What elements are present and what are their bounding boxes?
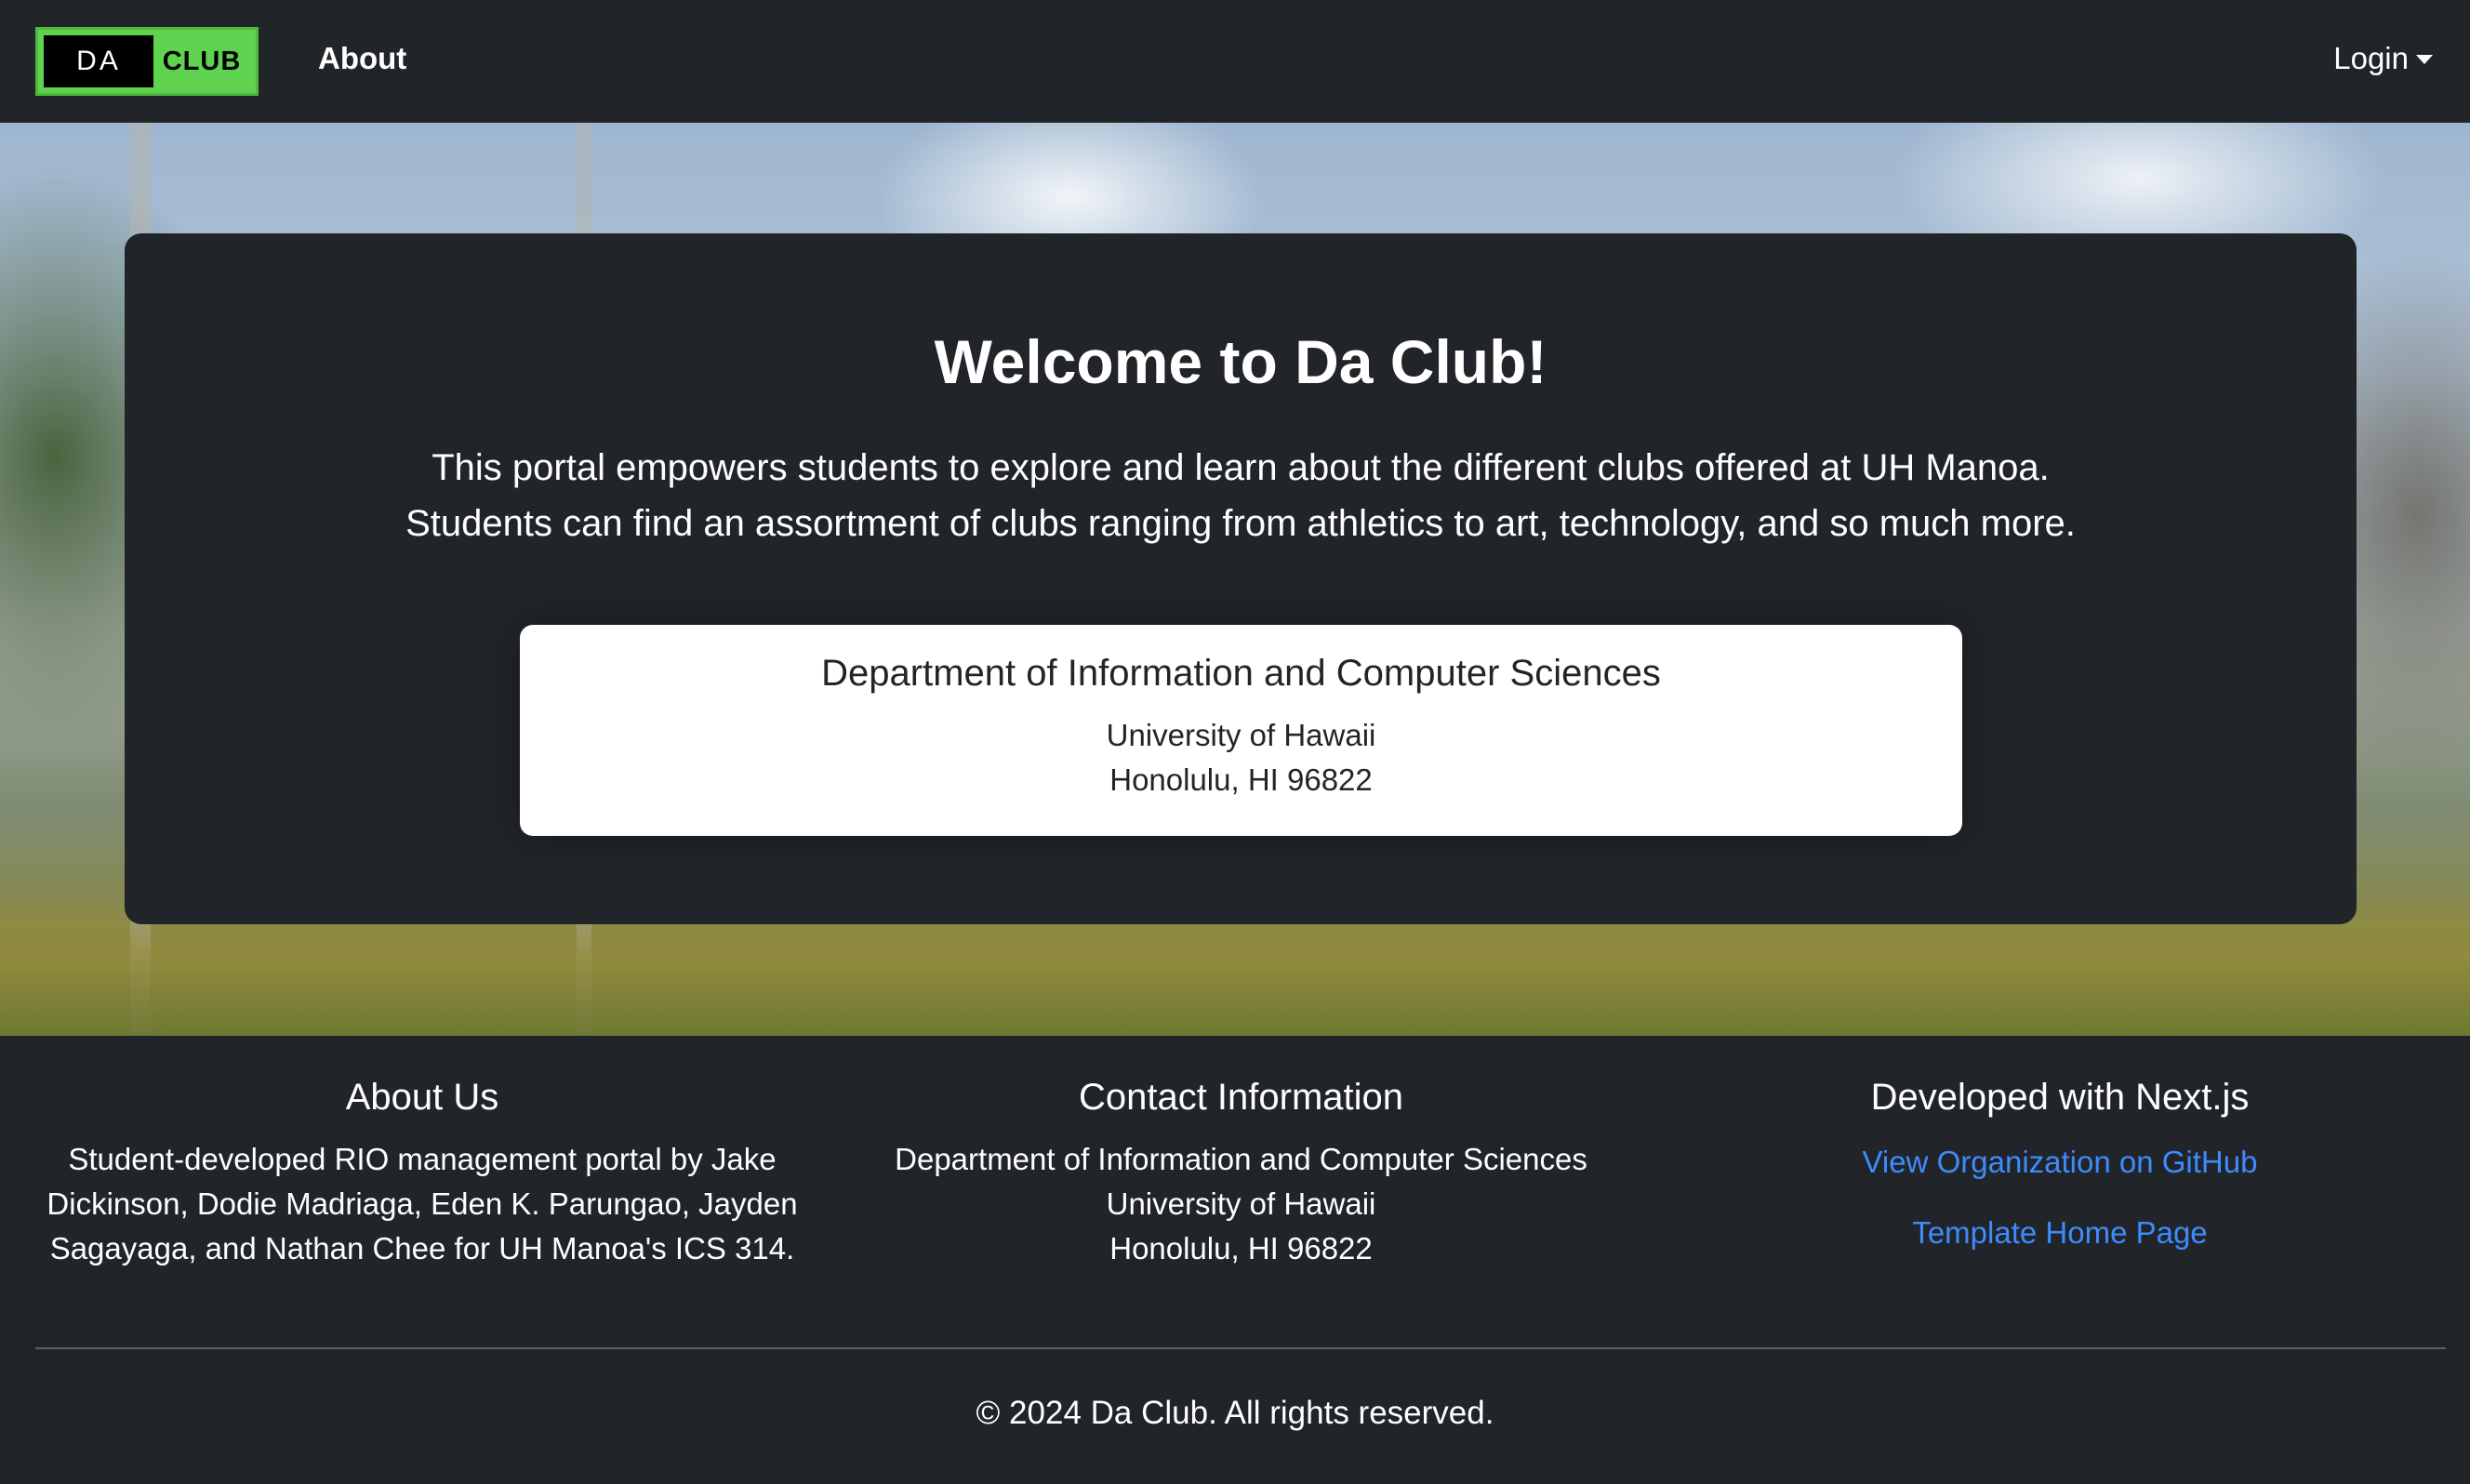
- footer-contact-address: Honolulu, HI 96822: [1109, 1231, 1373, 1265]
- footer-about-line: Dickinson, Dodie Madriaga, Eden K. Parun…: [46, 1186, 798, 1221]
- welcome-text-line: This portal empowers students to explore…: [432, 447, 2050, 488]
- hero-background: Welcome to Da Club! This portal empowers…: [0, 123, 2470, 1036]
- department-address: Honolulu, HI 96822: [1109, 762, 1373, 797]
- welcome-description: This portal empowers students to explore…: [125, 440, 2357, 551]
- footer-developed-column: Developed with Next.js View Organization…: [1665, 1077, 2455, 1251]
- footer-contact-heading: Contact Information: [1078, 1077, 1404, 1118]
- footer-contact-column: Contact Information Department of Inform…: [848, 1077, 1634, 1271]
- department-info-box: Department of Information and Computer S…: [520, 625, 1962, 836]
- footer-developed-heading: Developed with Next.js: [1870, 1077, 2250, 1118]
- footer-divider: [35, 1347, 2446, 1349]
- welcome-card: Welcome to Da Club! This portal empowers…: [125, 233, 2357, 924]
- logo-da-text: DA: [44, 35, 153, 87]
- footer: About Us Student-developed RIO managemen…: [0, 1036, 2470, 1484]
- welcome-text-line: Students can find an assortment of clubs…: [405, 503, 2076, 544]
- footer-contact-text: Department of Information and Computer S…: [848, 1137, 1634, 1271]
- navbar: DA CLUB About Login: [0, 0, 2470, 123]
- caret-down-icon: [2416, 55, 2433, 64]
- github-link[interactable]: View Organization on GitHub: [1665, 1145, 2455, 1180]
- logo-da-club[interactable]: DA CLUB: [35, 27, 259, 96]
- login-label: Login: [2333, 41, 2409, 75]
- footer-contact-department: Department of Information and Computer S…: [895, 1142, 1587, 1176]
- footer-about-column: About Us Student-developed RIO managemen…: [35, 1077, 809, 1271]
- footer-about-line: Sagayaga, and Nathan Chee for UH Manoa's…: [49, 1231, 795, 1265]
- footer-contact-university: University of Hawaii: [1106, 1186, 1376, 1221]
- nav-about-link[interactable]: About: [318, 41, 406, 76]
- template-home-link[interactable]: Template Home Page: [1665, 1215, 2455, 1251]
- copyright-text: © 2024 Da Club. All rights reserved.: [976, 1395, 1494, 1431]
- university-name: University of Hawaii: [1106, 718, 1376, 752]
- department-name: Department of Information and Computer S…: [821, 653, 1661, 694]
- footer-about-text: Student-developed RIO management portal …: [35, 1137, 809, 1271]
- welcome-title: Welcome to Da Club!: [934, 327, 1547, 396]
- logo-club-text: CLUB: [162, 46, 242, 76]
- login-dropdown[interactable]: Login: [2333, 41, 2433, 76]
- footer-about-heading: About Us: [345, 1077, 499, 1118]
- footer-about-line: Student-developed RIO management portal …: [68, 1142, 777, 1176]
